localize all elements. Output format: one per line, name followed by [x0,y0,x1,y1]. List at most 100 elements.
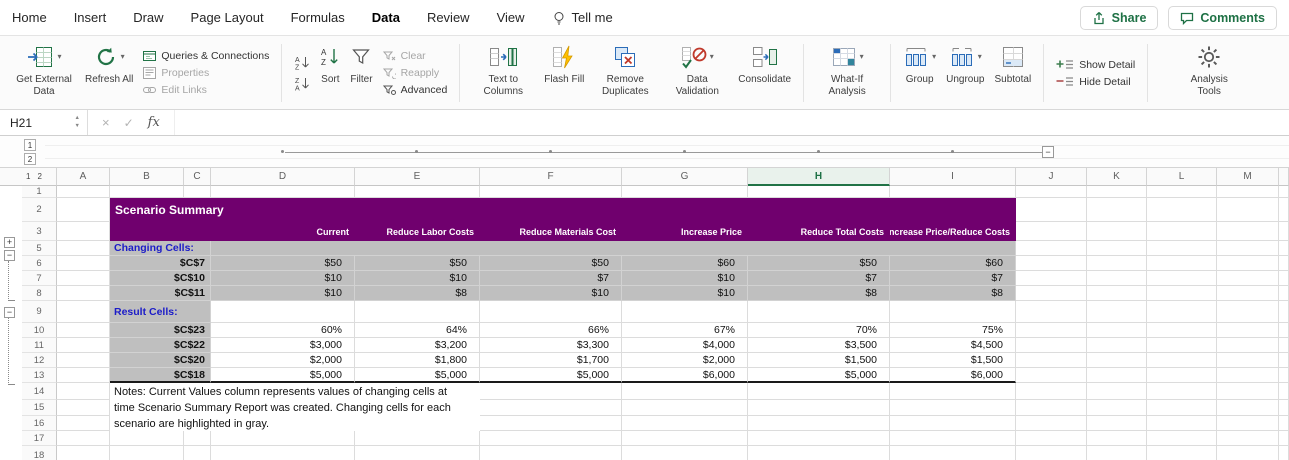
cell[interactable] [1217,323,1279,338]
cell[interactable] [480,431,622,446]
cell[interactable]: $50 [480,256,622,271]
cell[interactable] [1279,186,1289,198]
row-number[interactable]: 18 [22,446,57,460]
cell[interactable] [1087,446,1147,460]
cell[interactable] [211,301,355,323]
cell[interactable]: $3,200 [355,338,480,353]
cell[interactable] [1279,301,1289,323]
cell[interactable]: $5,000 [748,368,890,383]
row-number[interactable]: 8 [22,286,57,301]
show-detail-button[interactable]: Show Detail [1056,59,1135,71]
column-header-h[interactable]: H [748,168,890,186]
cell[interactable]: Reduce Labor Costs [355,222,480,241]
cell[interactable] [57,256,110,271]
cell[interactable] [1279,383,1289,400]
cell[interactable] [1279,368,1289,383]
cell[interactable] [1016,286,1087,301]
row-number[interactable]: 16 [22,416,57,431]
sort-button[interactable]: AZ Sort [315,39,345,107]
cell[interactable] [1147,416,1217,431]
cell[interactable]: Scenario Summary [110,198,1016,222]
row-number[interactable]: 3 [22,222,57,241]
cell[interactable] [1147,241,1217,256]
insert-function-icon[interactable]: fx [148,115,160,130]
advanced-filter-button[interactable]: Advanced [382,84,447,96]
cell[interactable]: $7 [480,271,622,286]
cell[interactable] [1016,323,1087,338]
cell[interactable] [1087,256,1147,271]
row-outline-level-button[interactable]: 2 [37,172,41,181]
cell[interactable]: Changing Cells: [110,241,211,256]
cell[interactable] [1087,186,1147,198]
cell[interactable] [57,400,110,416]
cell[interactable]: $3,500 [748,338,890,353]
cell[interactable] [1016,368,1087,383]
cell[interactable]: scenario are highlighted in gray. [110,416,480,431]
tab-insert[interactable]: Insert [74,10,107,25]
row-number[interactable]: 1 [22,186,57,198]
cell[interactable] [890,416,1016,431]
cell[interactable] [1217,416,1279,431]
cell[interactable] [57,416,110,431]
row-number[interactable]: 11 [22,338,57,353]
cell[interactable] [1087,301,1147,323]
group-button[interactable]: ▾ Group [898,39,941,107]
cell[interactable] [1279,416,1289,431]
column-header-m[interactable]: M [1217,168,1279,186]
column-header-a[interactable]: A [57,168,110,186]
column-header-e[interactable]: E [355,168,480,186]
cell[interactable] [1279,222,1289,241]
name-box[interactable]: H21 ▲ ▼ [0,110,88,135]
cell[interactable] [1147,222,1217,241]
column-header-l[interactable]: L [1147,168,1217,186]
cell[interactable]: Increase Price [622,222,748,241]
cell[interactable]: $3,300 [480,338,622,353]
cell[interactable] [57,368,110,383]
sort-descending-button[interactable]: ZA [292,75,312,92]
sort-ascending-button[interactable]: AZ [292,54,312,71]
cell[interactable]: $10 [622,271,748,286]
cell[interactable] [1217,241,1279,256]
cell[interactable] [480,301,622,323]
queries-connections-button[interactable]: Queries & Connections [143,50,269,62]
cell[interactable] [1087,323,1147,338]
cell[interactable] [57,383,110,400]
hide-detail-button[interactable]: Hide Detail [1056,76,1135,88]
share-button[interactable]: Share [1079,5,1159,30]
tell-me-button[interactable]: Tell me [552,10,613,25]
cell[interactable]: $1,800 [355,353,480,368]
cell[interactable] [890,301,1016,323]
row-number[interactable]: 5 [22,241,57,256]
cell[interactable] [1217,368,1279,383]
cell[interactable] [748,431,890,446]
cell[interactable]: $10 [622,286,748,301]
cell[interactable] [1016,256,1087,271]
cell[interactable] [355,186,480,198]
cell[interactable] [1279,241,1289,256]
cell[interactable] [57,186,110,198]
tab-review[interactable]: Review [427,10,470,25]
refresh-all-button[interactable]: ▾ Refresh All [80,39,138,107]
cell[interactable] [1279,271,1289,286]
cell[interactable]: $2,000 [622,353,748,368]
cell[interactable] [622,446,748,460]
cell[interactable] [622,301,748,323]
tab-data[interactable]: Data [372,10,400,25]
comments-button[interactable]: Comments [1168,5,1277,30]
cell[interactable] [1016,271,1087,286]
cell[interactable] [1016,383,1087,400]
cell[interactable]: Result Cells: [110,301,211,323]
cell[interactable] [57,353,110,368]
cell[interactable] [1217,222,1279,241]
cell[interactable]: $C$7 [110,256,211,271]
cell[interactable] [1217,186,1279,198]
cell[interactable] [1279,198,1289,222]
cell[interactable] [211,241,1016,256]
get-external-data-button[interactable]: ▾ Get External Data [8,39,80,107]
cell[interactable] [1217,383,1279,400]
cell[interactable] [184,446,211,460]
cell[interactable] [1217,198,1279,222]
cell[interactable] [480,383,622,400]
cell[interactable] [1147,271,1217,286]
cell[interactable] [890,383,1016,400]
